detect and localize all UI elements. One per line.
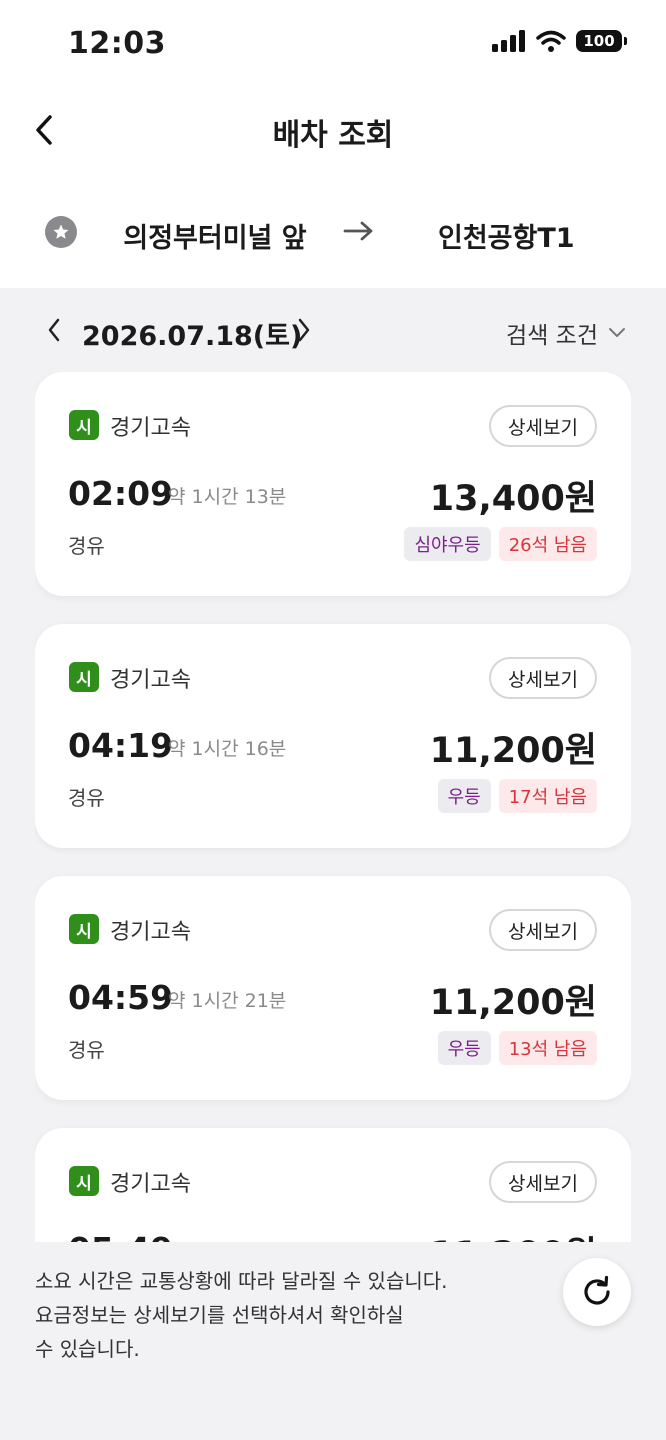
- battery-level: 100: [583, 32, 615, 50]
- remaining-seats-tag: 26석 남음: [498, 527, 597, 561]
- remaining-seats-tag: 13석 남음: [498, 1031, 597, 1065]
- bus-class-tag: 우등: [437, 1031, 491, 1065]
- city-bus-badge: 시: [69, 1166, 99, 1196]
- search-filter-label: 검색 조건: [506, 323, 598, 349]
- route-summary: 의정부터미널 앞 인천공항T1: [0, 176, 666, 288]
- city-bus-badge: 시: [69, 914, 99, 944]
- tag-group: 우등 17석 남음: [437, 779, 597, 813]
- status-icons: 100: [492, 30, 627, 52]
- page-title: 배차 조회: [272, 118, 394, 153]
- departure-time: 04:59: [68, 978, 174, 1017]
- notice-line: 요금정보는 상세보기를 선택하셔서 확인하실: [35, 1303, 404, 1327]
- refresh-icon: [584, 1275, 610, 1305]
- bus-schedule-list: 시 경기고속 상세보기 02:09 약 1시간 13분 13,400원 경유 심야우등 26석 …: [35, 372, 631, 1242]
- fare-price: 13,400원: [429, 479, 597, 519]
- date-bar: 2026.07.18(토) 검색 조건: [0, 288, 666, 372]
- selected-date[interactable]: 2026.07.18(토): [82, 314, 302, 353]
- search-filter-button[interactable]: 검색 조건: [506, 316, 626, 350]
- status-bar: 12:03 100: [0, 0, 666, 88]
- detail-button[interactable]: 상세보기: [489, 657, 597, 699]
- bus-class-tag: 심야우등: [404, 527, 491, 561]
- notice-text: 소요 시간은 교통상황에 따라 달라질 수 있습니다. 요금정보는 상세보기를 …: [35, 1264, 535, 1366]
- previous-date-button[interactable]: [40, 314, 68, 346]
- bus-schedule-card[interactable]: 시 경기고속 상세보기 02:09 약 1시간 13분 13,400원경유 심야우등 26석 …: [35, 372, 631, 596]
- remaining-seats-tag: 17석 남음: [498, 779, 597, 813]
- chevron-down-icon: [609, 328, 625, 337]
- notice-line: 소요 시간은 교통상황에 따라 달라질 수 있습니다.: [35, 1269, 448, 1293]
- bus-company: 경기고속: [110, 920, 191, 945]
- footer-notice: 소요 시간은 교통상황에 따라 달라질 수 있습니다. 요금정보는 상세보기를 …: [0, 1242, 666, 1440]
- header: 배차 조회: [0, 88, 666, 176]
- next-date-button[interactable]: [290, 314, 318, 346]
- fare-price: 11,200원: [430, 1226, 597, 1242]
- chevron-left-icon: [48, 318, 60, 342]
- departure-time: 02:09: [68, 474, 174, 513]
- tag-group: 우등 13석 남음: [437, 1031, 597, 1065]
- travel-duration: 약 1시간 21분: [168, 990, 287, 1012]
- wifi-icon: [536, 30, 566, 52]
- battery-icon: 100: [576, 30, 627, 52]
- detail-button[interactable]: 상세보기: [489, 405, 597, 447]
- bus-company: 경기고속: [110, 668, 191, 693]
- travel-duration: 약 1시간 13분: [168, 486, 287, 508]
- tag-group: 심야우등 26석 남음: [404, 527, 597, 561]
- city-bus-badge: 시: [69, 410, 99, 440]
- notice-line: 수 있습니다.: [35, 1337, 140, 1361]
- via-stops-label: 경유: [68, 786, 105, 810]
- fare-price: 11,200원: [429, 731, 597, 771]
- arrow-right-icon: [343, 221, 373, 241]
- bus-company: 경기고속: [110, 416, 191, 441]
- bus-schedule-card[interactable]: 시경기고속상세보기05:49약 1시간 16분11,200원경유우등: [35, 1128, 631, 1242]
- bus-class-tag: 우등: [437, 779, 491, 813]
- refresh-button[interactable]: [563, 1258, 631, 1326]
- route-destination: 인천공항T1: [438, 223, 575, 254]
- bus-schedule-card[interactable]: 시 경기고속 상세보기 04:59 약 1시간 21분 11,200원경유 우등 13석 남음: [35, 876, 631, 1100]
- via-stops-label: 경유: [68, 534, 105, 558]
- chevron-right-icon: [298, 318, 310, 342]
- bus-company: 경기고속: [110, 1172, 191, 1197]
- status-time: 12:03: [68, 26, 166, 61]
- via-stops-label: 경유: [68, 1038, 105, 1062]
- departure-time: 04:19: [68, 726, 174, 765]
- signal-icon: [492, 30, 525, 52]
- detail-button[interactable]: 상세보기: [489, 1161, 597, 1203]
- detail-button[interactable]: 상세보기: [489, 909, 597, 951]
- city-bus-badge: 시: [69, 662, 99, 692]
- travel-duration: 약 1시간 16분: [168, 738, 287, 760]
- departure-time: 05:49: [68, 1230, 173, 1242]
- fare-price: 11,200원: [429, 983, 597, 1023]
- bus-schedule-card[interactable]: 시 경기고속 상세보기 04:19 약 1시간 16분 11,200원경유 우등 17석 남음: [35, 624, 631, 848]
